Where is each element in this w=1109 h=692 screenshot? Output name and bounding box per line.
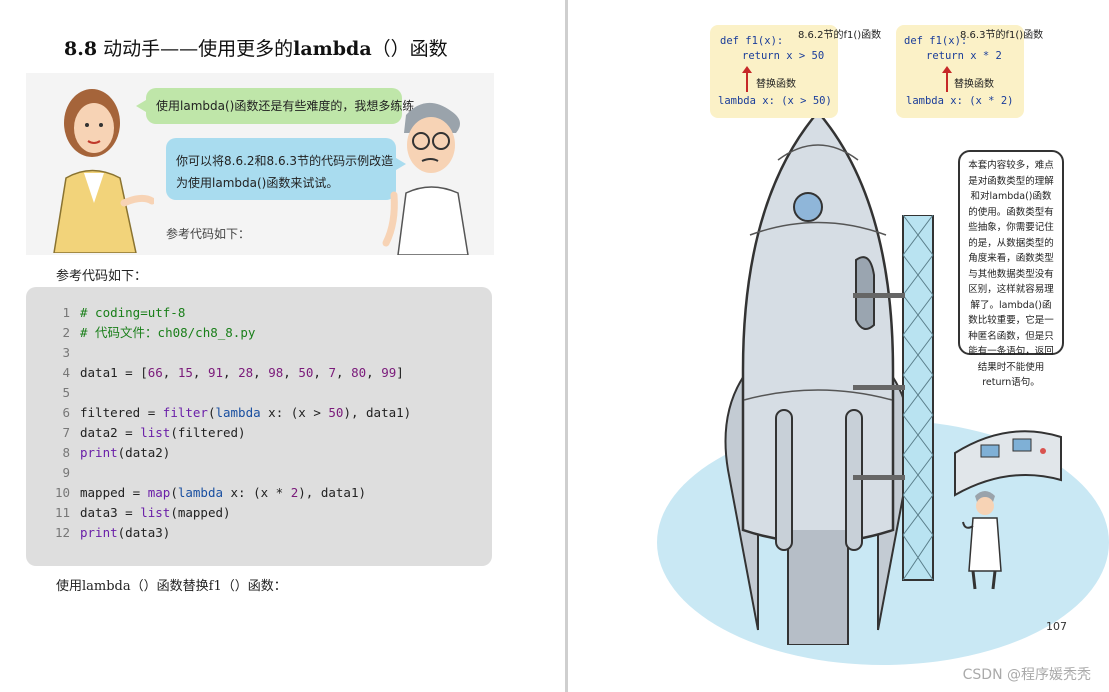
note-def: def f1(x): <box>720 35 784 47</box>
code-line: 4 data1 = [66, 15, 91, 28, 98, 50, 7, 80,… <box>62 365 404 380</box>
code-line: 11 data3 = list(mapped) <box>54 505 231 520</box>
scientist-illustration <box>382 102 469 255</box>
note-return: return x * 2 <box>926 50 1002 62</box>
arrow-up-icon <box>742 66 752 92</box>
code-line: 7 data2 = list(filtered) <box>62 425 246 440</box>
explanation-callout: 本套内容较多，难点是对函数类型的理解和对lambda()函数的使用。函数类型有些… <box>958 150 1064 388</box>
arrow-up-icon <box>942 66 952 92</box>
speech-bubble-2: 你可以将8.6.2和8.6.3节的代码示例改造 为使用lambda()函数来试试。 <box>166 138 406 200</box>
note-return: return x > 50 <box>742 50 825 62</box>
code-line: 12 print(data3) <box>54 525 171 540</box>
note-replace-label: 替换函数 <box>954 79 994 90</box>
note-label: 8.6.3节的f1()函数 <box>960 30 1044 41</box>
right-page: def f1(x): return x > 50 8.6.2节的f1()函数 替… <box>568 0 1109 692</box>
paragraph-reference-code: 参考代码如下： <box>56 269 148 284</box>
code-line: 6 filtered = filter(lambda x: (x > 50), d… <box>62 405 412 420</box>
code-block: 1 # coding=utf-8 2 # 代码文件：ch08/ch8_8.py 3 … <box>26 287 492 566</box>
launch-tower-illustration <box>853 215 934 581</box>
note-label: 8.6.2节的f1()函数 <box>798 30 882 41</box>
note-card-862: def f1(x): return x > 50 8.6.2节的f1()函数 替… <box>710 25 881 118</box>
watermark: CSDN @程序媛秃秃 <box>962 667 1091 683</box>
code-line: 3 <box>62 345 70 360</box>
scientist-small-illustration <box>962 491 1002 590</box>
note-replace-label: 替换函数 <box>756 79 796 90</box>
code-line: 10 mapped = map(lambda x: (x * 2), data1) <box>54 485 366 500</box>
code-line: 2 # 代码文件：ch08/ch8_8.py <box>62 325 256 340</box>
section-heading: 8.8 动动手——使用更多的lambda（）函数 <box>64 38 448 60</box>
code-line: 9 <box>62 465 70 480</box>
page-number: 107 <box>1046 620 1067 633</box>
code-line: 1 # coding=utf-8 <box>62 305 186 320</box>
note-def: def f1(x): <box>904 35 968 47</box>
code-line: 5 <box>62 385 70 400</box>
comic-illustration: 使用lambda()函数还是有些难度的，我想多练练。 你可以将8.6.2和8.6… <box>26 73 494 255</box>
paragraph-replace-f1: 使用lambda（）函数替换f1（）函数： <box>56 579 287 594</box>
note-card-863: def f1(x): return x * 2 8.6.3节的f1()函数 替换… <box>896 25 1043 118</box>
code-line: 8 print(data2) <box>62 445 171 460</box>
comic-caption: 参考代码如下： <box>166 227 251 241</box>
note-lambda: lambda x: (x > 50) <box>718 95 832 107</box>
note-lambda: lambda x: (x * 2) <box>906 95 1014 107</box>
speech-bubble-1: 使用lambda()函数还是有些难度的，我想多练练。 <box>136 88 426 124</box>
left-page: 8.8 动动手——使用更多的lambda（）函数 使用lambda()函数还是有… <box>0 0 565 692</box>
